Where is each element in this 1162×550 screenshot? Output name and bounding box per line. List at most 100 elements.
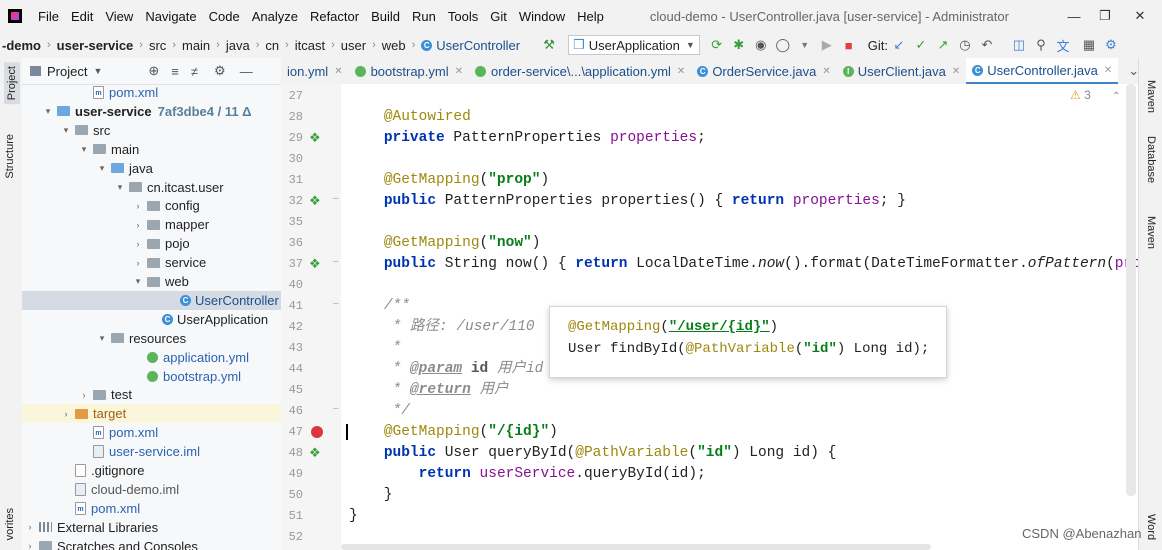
chevron-right-icon[interactable]: › (132, 239, 144, 249)
breadcrumb-item[interactable]: java (226, 38, 250, 53)
menu-item-build[interactable]: Build (365, 9, 406, 24)
spring-bean-gutter-icon[interactable]: ❖ (309, 256, 321, 272)
profile-icon[interactable]: ◯ (772, 34, 794, 56)
menu-item-file[interactable]: File (32, 9, 65, 24)
search-everywhere-icon[interactable]: ⚲ (1030, 34, 1052, 56)
menu-item-analyze[interactable]: Analyze (246, 9, 304, 24)
tree-item[interactable]: ▾ main (22, 140, 281, 159)
close-icon[interactable]: ✕ (1122, 0, 1158, 32)
close-tab-icon[interactable]: ✕ (822, 66, 830, 77)
close-tab-icon[interactable]: ✕ (455, 66, 463, 77)
menu-item-code[interactable]: Code (203, 9, 246, 24)
chevron-down-icon[interactable]: ▼ (93, 66, 102, 76)
tree-item[interactable]: › config (22, 196, 281, 215)
breadcrumb-item[interactable]: user-service (57, 38, 134, 53)
editor-tab[interactable]: C UserController.java ✕ (966, 58, 1119, 84)
chevron-right-icon[interactable]: › (78, 390, 90, 400)
breadcrumb-item[interactable]: itcast (295, 38, 325, 53)
breadcrumb-item[interactable]: src (149, 38, 166, 53)
git-commit-icon[interactable]: ✓ (910, 34, 932, 56)
locate-file-icon[interactable]: ⊕ (148, 63, 159, 79)
git-update-icon[interactable]: ↙ (888, 34, 910, 56)
tree-item[interactable]: m pom.xml (22, 83, 281, 102)
menu-item-git[interactable]: Git (484, 9, 513, 24)
rerun-icon[interactable]: ⟳ (706, 34, 728, 56)
menu-item-help[interactable]: Help (571, 9, 610, 24)
tree-item[interactable]: › mapper (22, 215, 281, 234)
editor-tab[interactable]: ion.yml ✕ (281, 58, 349, 84)
chevron-down-icon[interactable]: ▾ (42, 106, 54, 117)
chevron-down-icon[interactable]: ▾ (78, 144, 90, 155)
ide-settings-icon[interactable]: ⚙ (1100, 34, 1122, 56)
breadcrumb-item[interactable]: -demo (2, 38, 41, 53)
fold-marker-icon[interactable]: – (333, 256, 339, 267)
tree-item[interactable]: ▾ src (22, 121, 281, 140)
editor-tab[interactable]: bootstrap.yml ✕ (349, 58, 469, 84)
hide-panel-icon[interactable]: — (240, 64, 253, 79)
database-tool-window-tab[interactable]: Database (1145, 136, 1157, 183)
gear-icon[interactable]: ⚙ (214, 63, 226, 79)
menu-item-navigate[interactable]: Navigate (139, 9, 202, 24)
editor-tab[interactable]: C OrderService.java ✕ (691, 58, 836, 84)
tree-item[interactable]: user-service.iml (22, 442, 281, 461)
breakpoint-icon[interactable] (311, 426, 323, 438)
tree-item[interactable]: › External Libraries (22, 518, 281, 537)
close-tab-icon[interactable]: ✕ (677, 66, 685, 77)
spring-bean-gutter-icon[interactable]: ❖ (309, 193, 321, 209)
chevron-down-icon[interactable]: ▾ (60, 125, 72, 136)
breadcrumb-item[interactable]: user (341, 38, 366, 53)
stop-icon[interactable]: ■ (838, 34, 860, 56)
tree-item[interactable]: ▾ resources (22, 329, 281, 348)
maven-tool-window-tab[interactable]: Maven (1145, 216, 1157, 249)
editor-vertical-scrollbar[interactable] (1126, 84, 1136, 496)
tree-item[interactable]: › pojo (22, 234, 281, 253)
tree-item[interactable]: m pom.xml (22, 423, 281, 442)
close-tab-icon[interactable]: ✕ (952, 66, 960, 77)
tree-item[interactable]: ▾ web (22, 272, 281, 291)
history-icon[interactable]: ◷ (954, 34, 976, 56)
expand-all-icon[interactable]: ≡ (171, 64, 179, 79)
menu-item-run[interactable]: Run (406, 9, 442, 24)
favorites-tool-window-tab[interactable]: vorites (4, 508, 16, 540)
step-icon[interactable]: ▶ (816, 34, 838, 56)
chevron-right-icon[interactable]: › (24, 522, 36, 532)
collapse-all-icon[interactable]: ≠ (191, 64, 198, 79)
menu-item-view[interactable]: View (99, 9, 139, 24)
chevron-right-icon[interactable]: › (132, 220, 144, 230)
maximize-icon[interactable]: ❐ (1087, 0, 1123, 32)
tree-item[interactable]: .gitignore (22, 461, 281, 480)
editor-horizontal-scrollbar[interactable] (341, 544, 931, 550)
editor-tab[interactable]: I UserClient.java ✕ (837, 58, 967, 84)
breadcrumb-item[interactable]: web (382, 38, 406, 53)
tree-item[interactable]: m pom.xml (22, 499, 281, 518)
inspection-widget[interactable]: ⚠ 3 ⌃ (1070, 88, 1121, 102)
build-hammer-icon[interactable]: ⚒ (538, 34, 560, 56)
word-tool-window-tab[interactable]: Word (1145, 514, 1157, 540)
fold-marker-icon[interactable]: – (333, 193, 339, 204)
tree-item[interactable]: application.yml (22, 348, 281, 367)
tree-item[interactable]: ▾ cn.itcast.user (22, 178, 281, 197)
tree-item[interactable]: cloud-demo.iml (22, 480, 281, 499)
tree-item[interactable]: C UserController (22, 290, 281, 310)
maven-tool-window-tab-top[interactable]: Maven (1145, 80, 1157, 113)
chevron-right-icon[interactable]: › (132, 258, 144, 268)
debug-icon[interactable]: ✱ (728, 34, 750, 56)
run-configuration-select[interactable]: ❒ UserApplication ▼ (568, 35, 700, 55)
more-run-options-icon[interactable]: ▼ (794, 34, 816, 56)
tree-item[interactable]: › target (22, 404, 281, 424)
chevron-down-icon[interactable]: ▾ (96, 333, 108, 344)
tree-item[interactable]: bootstrap.yml (22, 367, 281, 386)
menu-item-tools[interactable]: Tools (442, 9, 484, 24)
close-tab-icon[interactable]: ✕ (1104, 65, 1112, 76)
tree-item[interactable]: C UserApplication (22, 310, 281, 329)
git-push-icon[interactable]: ↗ (932, 34, 954, 56)
chevron-down-icon[interactable]: ▾ (96, 163, 108, 174)
spring-bean-gutter-icon[interactable]: ❖ (309, 445, 321, 461)
translate-icon[interactable]: 文 (1052, 34, 1074, 56)
project-structure-icon[interactable]: ◫ (1008, 34, 1030, 56)
tree-item[interactable]: › test (22, 385, 281, 404)
project-tool-window-tab[interactable]: Project (4, 62, 20, 105)
layout-icon[interactable]: ▦ (1078, 34, 1100, 56)
chevron-right-icon[interactable]: › (132, 201, 144, 211)
tree-item[interactable]: › service (22, 253, 281, 272)
